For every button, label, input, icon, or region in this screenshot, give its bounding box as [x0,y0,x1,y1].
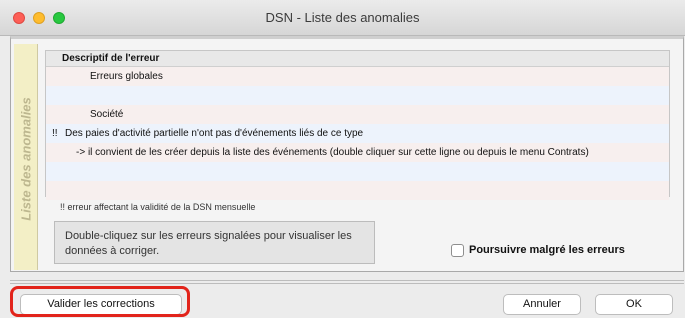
row-text: Erreurs globales [90,71,163,82]
column-header-description: Descriptif de l'erreur [46,51,669,67]
hint-box: Double-cliquez sur les erreurs signalées… [54,221,375,264]
separator-line [10,283,684,284]
row-text: Des paies d'activité partielle n'ont pas… [65,128,364,139]
highlight-annotation [10,286,190,317]
ok-button[interactable]: OK [595,294,673,315]
table-row[interactable] [46,181,669,200]
table-row[interactable]: Erreurs globales [46,67,669,86]
title-bar: DSN - Liste des anomalies [0,0,685,36]
anomalies-table: Descriptif de l'erreur Erreurs globales … [45,50,670,200]
error-mark: !! [52,128,58,139]
row-text: -> il convient de les créer depuis la li… [76,147,589,158]
continue-despite-errors-checkbox[interactable] [451,244,464,257]
separator-line [10,280,684,281]
table-row[interactable]: !! Des paies d'activité partielle n'ont … [46,124,669,143]
dialog-window: DSN - Liste des anomalies Liste des anom… [0,0,685,318]
cancel-button[interactable]: Annuler [503,294,581,315]
row-text: Société [90,109,124,120]
continue-despite-errors-label[interactable]: Poursuivre malgré les erreurs [469,244,625,256]
footnote: !! erreur affectant la validité de la DS… [60,202,256,212]
table-row[interactable] [46,162,669,181]
table-row[interactable]: Société [46,105,669,124]
window-title: DSN - Liste des anomalies [265,10,420,25]
table-row[interactable]: -> il convient de les créer depuis la li… [46,143,669,162]
vertical-tab-label: Liste des anomalies [18,97,34,221]
table-row[interactable] [46,86,669,105]
vertical-tab: Liste des anomalies [14,44,38,270]
